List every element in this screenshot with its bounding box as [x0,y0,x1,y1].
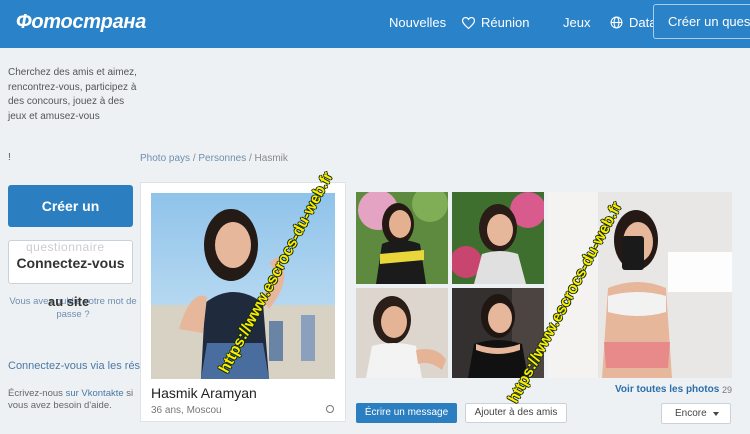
photo-thumbnail[interactable] [356,288,448,378]
heart-icon [462,17,475,29]
add-friend-button[interactable]: Ajouter à des amis [465,403,567,423]
more-label: Encore [675,408,707,419]
write-message-button[interactable]: Écrire un message [356,403,457,423]
see-all-photos-link[interactable]: Voir toutes les photos [615,384,719,395]
profile-age-city: 36 ans, Moscou [151,405,222,416]
photo-thumbnail[interactable] [356,192,448,284]
breadcrumb-personnes[interactable]: Personnes [198,153,246,164]
ghost-questionnaire-text: questionnaire [26,240,105,254]
create-account-button[interactable]: Créer un questi [653,4,750,39]
top-header: Фотострана Nouvelles Réunion Jeux Datati… [0,0,750,48]
more-dropdown[interactable]: Encore [661,403,731,424]
intro-text: Cherchez des amis et aimez, rencontrez-v… [8,67,137,122]
nav-meeting[interactable]: Réunion [462,15,529,30]
au-site-label: au site [48,294,90,309]
profile-name: Hasmik Aramyan [151,385,257,401]
site-logo[interactable]: Фотострана [16,11,146,34]
breadcrumb-current: Hasmik [254,153,288,164]
intro-exclamation: ! [8,152,11,163]
nav-meeting-label: Réunion [481,15,530,30]
globe-icon [610,16,623,29]
chevron-down-icon [713,412,719,416]
help-text: Écrivez-nous sur Vkontakte si vous avez … [8,388,148,412]
breadcrumb: Photo pays / Personnes / Hasmik [140,153,288,164]
breadcrumb-separator: / [246,153,255,164]
create-profile-button[interactable]: Créer un [8,185,133,227]
help-prefix: Écrivez-nous [8,388,66,399]
online-status-icon [326,405,334,413]
breadcrumb-photo-pays[interactable]: Photo pays [140,153,190,164]
vkontakte-link[interactable]: sur Vkontakte [66,388,124,399]
photo-thumbnail[interactable] [452,192,544,284]
nav-games[interactable]: Jeux [563,15,590,30]
nav-news[interactable]: Nouvelles [389,15,446,30]
photo-count: 29 [722,385,733,395]
